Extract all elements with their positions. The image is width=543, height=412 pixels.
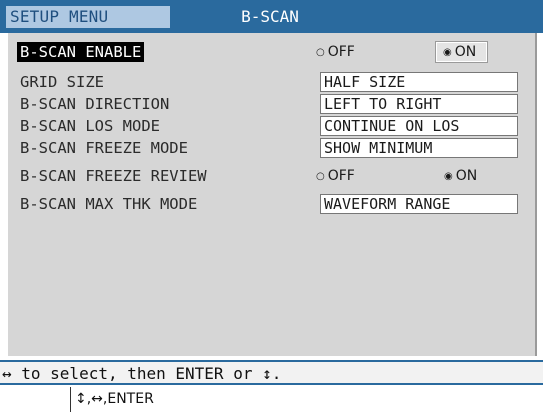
los-mode-value[interactable]: CONTINUE ON LOS xyxy=(320,116,518,136)
enable-label: B-SCAN ENABLE xyxy=(17,42,145,62)
screen-title: B-SCAN xyxy=(241,7,299,26)
setting-row-freeze-review[interactable]: B-SCAN FREEZE REVIEW ○ OFF ◉ ON xyxy=(20,166,530,186)
setting-row-los-mode[interactable]: B-SCAN LOS MODE CONTINUE ON LOS xyxy=(20,116,530,136)
help-text: ↔ to select, then ENTER or ↕. xyxy=(2,364,282,383)
direction-label: B-SCAN DIRECTION xyxy=(20,95,170,113)
enable-on-option[interactable]: ◉ ON xyxy=(434,41,489,63)
los-mode-label: B-SCAN LOS MODE xyxy=(20,117,160,135)
freeze-review-on-option[interactable]: ◉ ON xyxy=(444,166,477,186)
freeze-review-label: B-SCAN FREEZE REVIEW xyxy=(20,167,207,185)
title-bar: SETUP MENU B-SCAN xyxy=(0,0,543,33)
freeze-review-off-option[interactable]: ○ OFF xyxy=(316,166,355,186)
max-thk-mode-value[interactable]: WAVEFORM RANGE xyxy=(320,194,518,214)
freeze-review-on-label: ON xyxy=(455,168,478,184)
radio-off-icon: ○ xyxy=(316,47,325,58)
setting-row-grid-size[interactable]: GRID SIZE HALF SIZE xyxy=(20,72,530,92)
radio-on-icon: ◉ xyxy=(443,47,452,58)
enable-off-label: OFF xyxy=(327,44,355,60)
key-hint: ↕,↔,ENTER xyxy=(70,387,154,412)
setting-row-freeze-mode[interactable]: B-SCAN FREEZE MODE SHOW MINIMUM xyxy=(20,138,530,158)
enable-on-label: ON xyxy=(454,44,477,60)
help-bar: ↔ to select, then ENTER or ↕. xyxy=(0,360,543,385)
freeze-review-off-label: OFF xyxy=(327,168,355,184)
grid-size-label: GRID SIZE xyxy=(20,73,104,91)
freeze-mode-label: B-SCAN FREEZE MODE xyxy=(20,139,188,157)
key-bar: ↕,↔,ENTER xyxy=(0,387,543,412)
direction-value[interactable]: LEFT TO RIGHT xyxy=(320,94,518,114)
setting-row-max-thk-mode[interactable]: B-SCAN MAX THK MODE WAVEFORM RANGE xyxy=(20,194,530,214)
screen: SETUP MENU B-SCAN B-SCAN ENABLE ○ OFF ◉ ON… xyxy=(0,0,543,412)
radio-off-icon: ○ xyxy=(316,171,325,182)
freeze-mode-value[interactable]: SHOW MINIMUM xyxy=(320,138,518,158)
settings-panel: B-SCAN ENABLE ○ OFF ◉ ON GRID SIZE HALF SI… xyxy=(6,33,537,356)
max-thk-mode-label: B-SCAN MAX THK MODE xyxy=(20,195,198,213)
radio-on-icon: ◉ xyxy=(444,171,453,182)
setup-menu-tab[interactable]: SETUP MENU xyxy=(6,6,170,28)
setting-row-enable[interactable]: B-SCAN ENABLE ○ OFF ◉ ON xyxy=(17,41,530,63)
grid-size-value[interactable]: HALF SIZE xyxy=(320,72,518,92)
enable-off-option[interactable]: ○ OFF xyxy=(316,42,355,62)
setting-row-direction[interactable]: B-SCAN DIRECTION LEFT TO RIGHT xyxy=(20,94,530,114)
